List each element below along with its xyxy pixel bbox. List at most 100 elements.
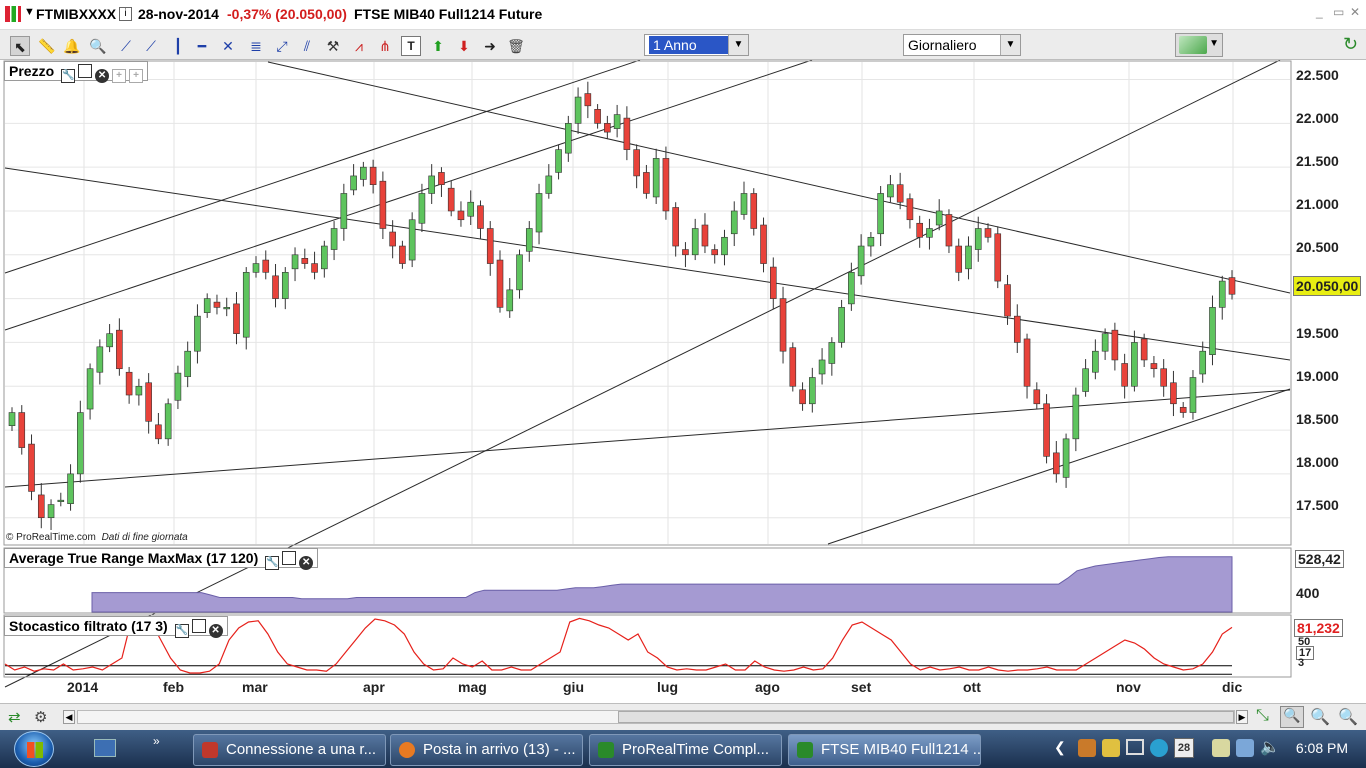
chart-area[interactable] [0,60,1366,703]
candle-body [496,259,504,308]
refresh-icon[interactable]: ↻ [1343,34,1363,56]
alarm-icon[interactable]: 🔔 [62,36,82,56]
wrench-icon[interactable]: 🔧 [174,624,189,638]
candle-body [155,424,162,440]
taskbar-item-prorealtime[interactable]: ProRealTime Compl... [589,734,782,766]
tray-app-icon[interactable] [1078,739,1096,757]
candle-body [438,172,445,185]
interval-value: Giornaliero [908,37,977,53]
scroll-track[interactable] [77,710,1235,724]
buy-arrow-icon[interactable]: ⬆ [428,36,448,56]
scroll-left-button[interactable]: ◀ [63,710,75,724]
tray-volume-icon[interactable]: 🔈 [1260,737,1280,757]
pitchfork-icon[interactable]: ⋔ [375,36,395,56]
price-tick: 21.000 [1296,196,1339,212]
line-icon[interactable]: ⟋ [116,36,136,56]
ray-icon[interactable]: ⟋ [141,36,161,56]
right-arrow-icon[interactable]: ➜ [480,36,500,56]
vertical-line-icon[interactable]: ┃ [168,36,188,56]
window-icon[interactable] [78,64,93,78]
taskbar-item-label: Posta in arrivo (13) - ... [423,741,576,758]
period-value: 1 Anno [649,36,729,54]
trend-channel-icon[interactable]: ⤢ [272,36,292,56]
window-icon[interactable] [191,619,206,633]
atr-panel-label: Average True Range MaxMax (17 120) 🔧 ✕ [4,548,319,570]
price-tick: 19.500 [1296,325,1339,341]
clock[interactable]: 6:08 PM [1296,740,1348,756]
tray-app-icon[interactable] [1102,739,1120,757]
info-icon[interactable]: i [119,7,132,21]
window-icon[interactable] [282,551,297,565]
candle-body [145,382,152,422]
interval-select[interactable]: Giornaliero ▼ [903,34,1021,56]
candle-body [1199,350,1207,375]
candle-body [789,347,797,387]
tray-app-icon[interactable] [1150,739,1168,757]
taskbar-item-ftse-chart[interactable]: FTSE MIB40 Full1214 ... [788,734,981,766]
candle-body [867,236,875,247]
scroll-thumb[interactable] [618,711,1234,723]
chart-app-icon [797,742,813,758]
restore-button[interactable]: ▭ [1333,5,1344,19]
candle-body [1082,368,1089,392]
tools-icon[interactable]: ⚒ [323,36,343,56]
trash-icon[interactable]: 🗑 [506,36,526,56]
tray-expand-icon[interactable]: ❮ [1054,739,1066,756]
candle-body [887,184,894,198]
tray-monitor-icon[interactable] [1126,739,1144,755]
pointer-icon[interactable]: ⬉ [10,36,30,56]
candle-body [945,214,953,247]
settings-icon[interactable]: ⚙ [34,708,47,726]
start-button[interactable] [14,731,54,767]
close-icon[interactable]: ✕ [95,69,110,83]
candle-body [213,301,221,308]
tray-calendar-icon[interactable]: 28 [1174,738,1194,758]
period-select[interactable]: 1 Anno ▼ [644,34,749,56]
fit-icon[interactable]: ⤡ [1256,707,1269,725]
candle-body [116,329,123,370]
ruler-icon[interactable]: 📏 [37,36,57,56]
zoom-out-icon[interactable]: 🔍 [1310,707,1330,727]
trend-line [4,389,1291,488]
candle-body [935,210,943,226]
price-panel-label: Prezzo 🔧 ✕ + + [4,61,149,83]
candle-body [584,93,592,107]
zoom-icon[interactable]: 🔍 [88,36,108,56]
candle-body [769,266,777,299]
drawing-toolbar: ⬉ 📏 🔔 🔍 ⟋ ⟋ ┃ ━ ✕ ≣ ⤢ ⫽ ⚒ ⩘ ⋔ T ⬆ ⬇ ➜ 🗑 … [0,30,1366,60]
close-icon[interactable]: ✕ [299,556,314,570]
candle-body [857,245,865,277]
tray-app-icon[interactable] [1212,739,1230,757]
taskbar-item-mail[interactable]: Posta in arrivo (13) - ... [390,734,583,766]
candle-body [828,342,836,364]
horizontal-line-icon[interactable]: ━ [192,36,212,56]
x-tick: lug [657,679,678,695]
taskbar-item-network[interactable]: Connessione a una r... [193,734,386,766]
wrench-icon[interactable]: 🔧 [265,556,280,570]
candle-body [974,228,982,250]
show-desktop-icon[interactable] [94,739,116,757]
candle-body [740,193,748,215]
indicators-button[interactable]: ▼ [1175,33,1223,57]
fan-icon[interactable]: ⩘ [349,36,369,56]
parallel-lines-icon[interactable]: ⫽ [297,36,317,56]
candle-body [574,96,582,124]
share-icon[interactable]: ⇄ [8,708,28,726]
scroll-right-button[interactable]: ▶ [1236,710,1248,724]
close-icon[interactable]: ✕ [208,624,223,638]
tray-network-icon[interactable] [1236,739,1254,757]
indicator-chart-icon [1179,36,1207,54]
zoom-in-icon[interactable]: 🔍 [1338,707,1358,727]
wrench-icon[interactable]: 🔧 [61,69,76,83]
text-icon[interactable]: T [401,36,421,56]
fibonacci-icon[interactable]: ✕ [218,36,238,56]
dropdown-arrow-icon[interactable]: ▼ [24,6,35,18]
close-button[interactable]: ✕ [1350,5,1360,19]
channel-icon[interactable]: ≣ [246,36,266,56]
zoom-fit-icon[interactable]: 🔍 [1280,706,1304,728]
sell-arrow-icon[interactable]: ⬇ [454,36,474,56]
candle-body [1023,338,1031,387]
minimize-button[interactable]: _ [1316,5,1323,19]
quicklaunch-expand-icon[interactable]: » [153,734,160,748]
price-tick: 18.500 [1296,411,1339,427]
